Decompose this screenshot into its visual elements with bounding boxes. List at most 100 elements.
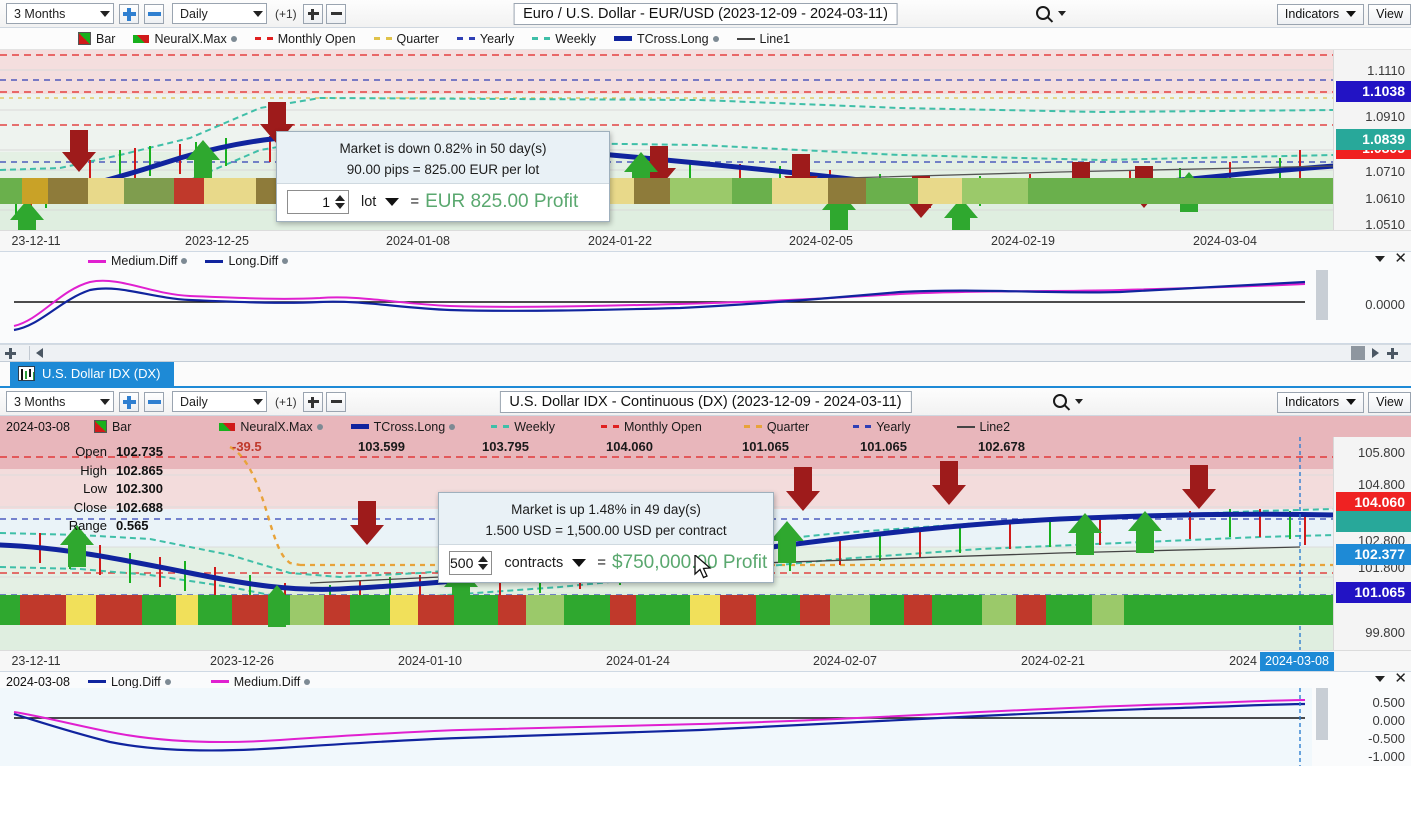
search-icon[interactable] bbox=[1053, 394, 1067, 408]
chart1-range-decrease-button[interactable] bbox=[144, 3, 164, 24]
chart1-profit-popup[interactable]: Market is down 0.82% in 50 day(s) 90.00 … bbox=[276, 131, 610, 222]
chart2-indicator-panel[interactable]: ✕ 2024-03-08 Long.Diff Medium.Diff -0.43… bbox=[0, 671, 1411, 766]
scroll-left-icon[interactable] bbox=[36, 348, 43, 358]
chart1-symbol-title[interactable]: Euro / U.S. Dollar - EUR/USD (2023-12-09… bbox=[513, 3, 898, 25]
chart2-profit-popup[interactable]: Market is up 1.48% in 49 day(s) 1.500 US… bbox=[438, 492, 774, 583]
chart1-subpanel-controls[interactable]: ✕ bbox=[1375, 251, 1407, 266]
chart1-range-increase-button[interactable] bbox=[119, 3, 139, 24]
chart1-lot-stepper[interactable]: 1 bbox=[287, 189, 349, 214]
add-pane-button-right[interactable] bbox=[1386, 347, 1399, 360]
chart1-xtick: 23-12-11 bbox=[11, 234, 61, 248]
chart2-range-decrease-button[interactable] bbox=[144, 391, 164, 412]
chevron-down-icon[interactable] bbox=[1375, 256, 1386, 262]
chart2-ytick: 99.800 bbox=[1365, 625, 1405, 640]
search-icon[interactable] bbox=[1036, 6, 1050, 20]
chart1-search-control[interactable] bbox=[1036, 6, 1066, 20]
legend-item[interactable]: Long.Diff bbox=[205, 254, 289, 268]
chart2-range-select[interactable]: 3 Months bbox=[6, 391, 114, 412]
legend-item[interactable]: Yearly bbox=[456, 32, 514, 46]
chart1-plot[interactable]: 1.1110 1.0910 1.0710 1.0610 1.0510 1.103… bbox=[0, 50, 1411, 230]
close-icon[interactable]: ✕ bbox=[1394, 671, 1407, 686]
chart1-offset-decrease-button[interactable] bbox=[325, 3, 346, 24]
chart2-offset-increase-button[interactable] bbox=[302, 391, 323, 412]
chevron-down-icon[interactable] bbox=[1058, 10, 1066, 16]
ohlc-key: Range bbox=[68, 518, 107, 533]
chevron-down-icon[interactable] bbox=[385, 197, 400, 206]
legend-item[interactable]: Yearly bbox=[853, 420, 911, 434]
chart2-range-increase-button[interactable] bbox=[119, 391, 139, 412]
chevron-down-icon[interactable] bbox=[1375, 676, 1386, 682]
chart2-price-badge bbox=[1336, 511, 1411, 532]
chart2-contracts-stepper[interactable]: 500 bbox=[449, 550, 493, 575]
legend-item[interactable]: Line1 bbox=[736, 32, 790, 46]
legend-label: TCross.Long bbox=[636, 31, 709, 46]
chart1-strip-right[interactable] bbox=[1351, 346, 1405, 360]
chart1-view-button[interactable]: View bbox=[1368, 3, 1411, 25]
scroll-thumb[interactable] bbox=[1351, 346, 1365, 360]
chart2-offset-decrease-button[interactable] bbox=[325, 391, 346, 412]
chart2-plot[interactable]: -39.5 103.599 103.795 104.060 101.065 10… bbox=[0, 437, 1411, 650]
chevron-down-icon bbox=[100, 10, 110, 17]
chart1-offset-increase-button[interactable] bbox=[302, 3, 323, 24]
legend-item[interactable]: Quarter bbox=[743, 420, 809, 434]
chart1-date-axis[interactable]: 23-12-11 2023-12-25 2024-01-08 2024-01-2… bbox=[0, 230, 1411, 252]
dash-swatch-icon bbox=[254, 37, 273, 40]
chart2-popup-lines: Market is up 1.48% in 49 day(s) 1.500 US… bbox=[439, 493, 773, 544]
chart1-xtick: 2024-02-19 bbox=[991, 234, 1055, 248]
chart1-price-axis[interactable]: 1.1110 1.0910 1.0710 1.0610 1.0510 1.103… bbox=[1333, 50, 1411, 230]
chart2-tabbar[interactable]: U.S. Dollar IDX (DX) bbox=[0, 360, 1411, 388]
chart1-ytick: 1.0510 bbox=[1365, 217, 1405, 230]
legend-item[interactable]: Bar bbox=[93, 420, 131, 434]
chart2-symbol-title-text: U.S. Dollar IDX - Continuous (DX) (2023-… bbox=[509, 394, 902, 410]
chart2-date-axis[interactable]: 23-12-11 2023-12-26 2024-01-10 2024-01-2… bbox=[0, 650, 1411, 672]
chart1-indicator-panel[interactable]: ✕ Medium.Diff Long.Diff 0.0000 bbox=[0, 251, 1411, 344]
chart2-view-button[interactable]: View bbox=[1368, 391, 1411, 413]
stepper-arrows-icon[interactable] bbox=[335, 194, 345, 209]
legend-item[interactable]: TCross.Long bbox=[350, 420, 456, 434]
chart2-xtick: 2023-12-26 bbox=[210, 654, 274, 668]
chart2-contracts-value: 500 bbox=[450, 554, 474, 571]
tab-us-dollar-idx[interactable]: U.S. Dollar IDX (DX) bbox=[10, 360, 175, 386]
legend-item[interactable]: Bar bbox=[78, 32, 115, 46]
chart1-xtick: 2024-01-08 bbox=[386, 234, 450, 248]
legend-item[interactable]: Monthly Open bbox=[254, 32, 356, 46]
dash-swatch-icon bbox=[491, 425, 510, 428]
chart1-bottom-strip[interactable] bbox=[0, 344, 1411, 362]
chart1-range-select[interactable]: 3 Months bbox=[6, 3, 114, 24]
chart2-subpanel-ytick: 0.500 bbox=[1372, 695, 1405, 710]
chart2-indicators-button[interactable]: Indicators bbox=[1276, 391, 1365, 413]
legend-item[interactable]: Weekly bbox=[532, 32, 596, 46]
chart2-search-control[interactable] bbox=[1053, 394, 1083, 408]
chevron-down-icon[interactable] bbox=[572, 558, 587, 567]
legend-item[interactable]: Monthly Open bbox=[600, 420, 702, 434]
dash-swatch-icon bbox=[743, 425, 762, 428]
chevron-down-icon[interactable] bbox=[1075, 398, 1083, 404]
chart1-ytick: 1.0610 bbox=[1365, 191, 1405, 206]
legend-item[interactable]: Long.Diff bbox=[87, 675, 171, 689]
chart2-subpanel-controls[interactable]: ✕ bbox=[1375, 671, 1407, 686]
chart2-popup-row: 500 contracts = $750,000.00 Profit bbox=[439, 543, 773, 582]
chart1-subpanel-legend: Medium.Diff Long.Diff bbox=[0, 252, 1411, 270]
close-icon[interactable]: ✕ bbox=[1394, 251, 1407, 266]
chart2-price-badge: 101.065 bbox=[1336, 582, 1411, 603]
legend-item[interactable]: NeuralX.Max bbox=[219, 420, 323, 434]
legend-item[interactable]: Medium.Diff bbox=[210, 675, 311, 689]
stepper-arrows-icon[interactable] bbox=[478, 555, 489, 570]
legend-item[interactable]: Quarter bbox=[373, 32, 439, 46]
legend-item[interactable]: Line2 bbox=[956, 420, 1010, 434]
legend-item[interactable]: NeuralX.Max bbox=[133, 32, 237, 46]
divider bbox=[29, 346, 30, 360]
chart1-indicators-button[interactable]: Indicators bbox=[1276, 3, 1365, 25]
dash-swatch-icon bbox=[532, 37, 551, 40]
chart1-price-badge: 1.1038 bbox=[1336, 81, 1411, 102]
legend-item[interactable]: TCross.Long bbox=[613, 31, 719, 46]
legend-item[interactable]: Weekly bbox=[491, 420, 555, 434]
chart2-symbol-title[interactable]: U.S. Dollar IDX - Continuous (DX) (2023-… bbox=[499, 391, 912, 413]
chart1-interval-select[interactable]: Daily bbox=[172, 3, 267, 24]
legend-item[interactable]: Medium.Diff bbox=[88, 254, 188, 268]
chart1-ytick: 1.1110 bbox=[1367, 63, 1405, 78]
chart2-price-axis[interactable]: 105.800 104.800 102.800 101.800 99.800 1… bbox=[1333, 437, 1411, 650]
scroll-right-icon[interactable] bbox=[1372, 348, 1379, 358]
add-pane-button[interactable] bbox=[4, 347, 17, 360]
chart2-interval-select[interactable]: Daily bbox=[172, 391, 267, 412]
